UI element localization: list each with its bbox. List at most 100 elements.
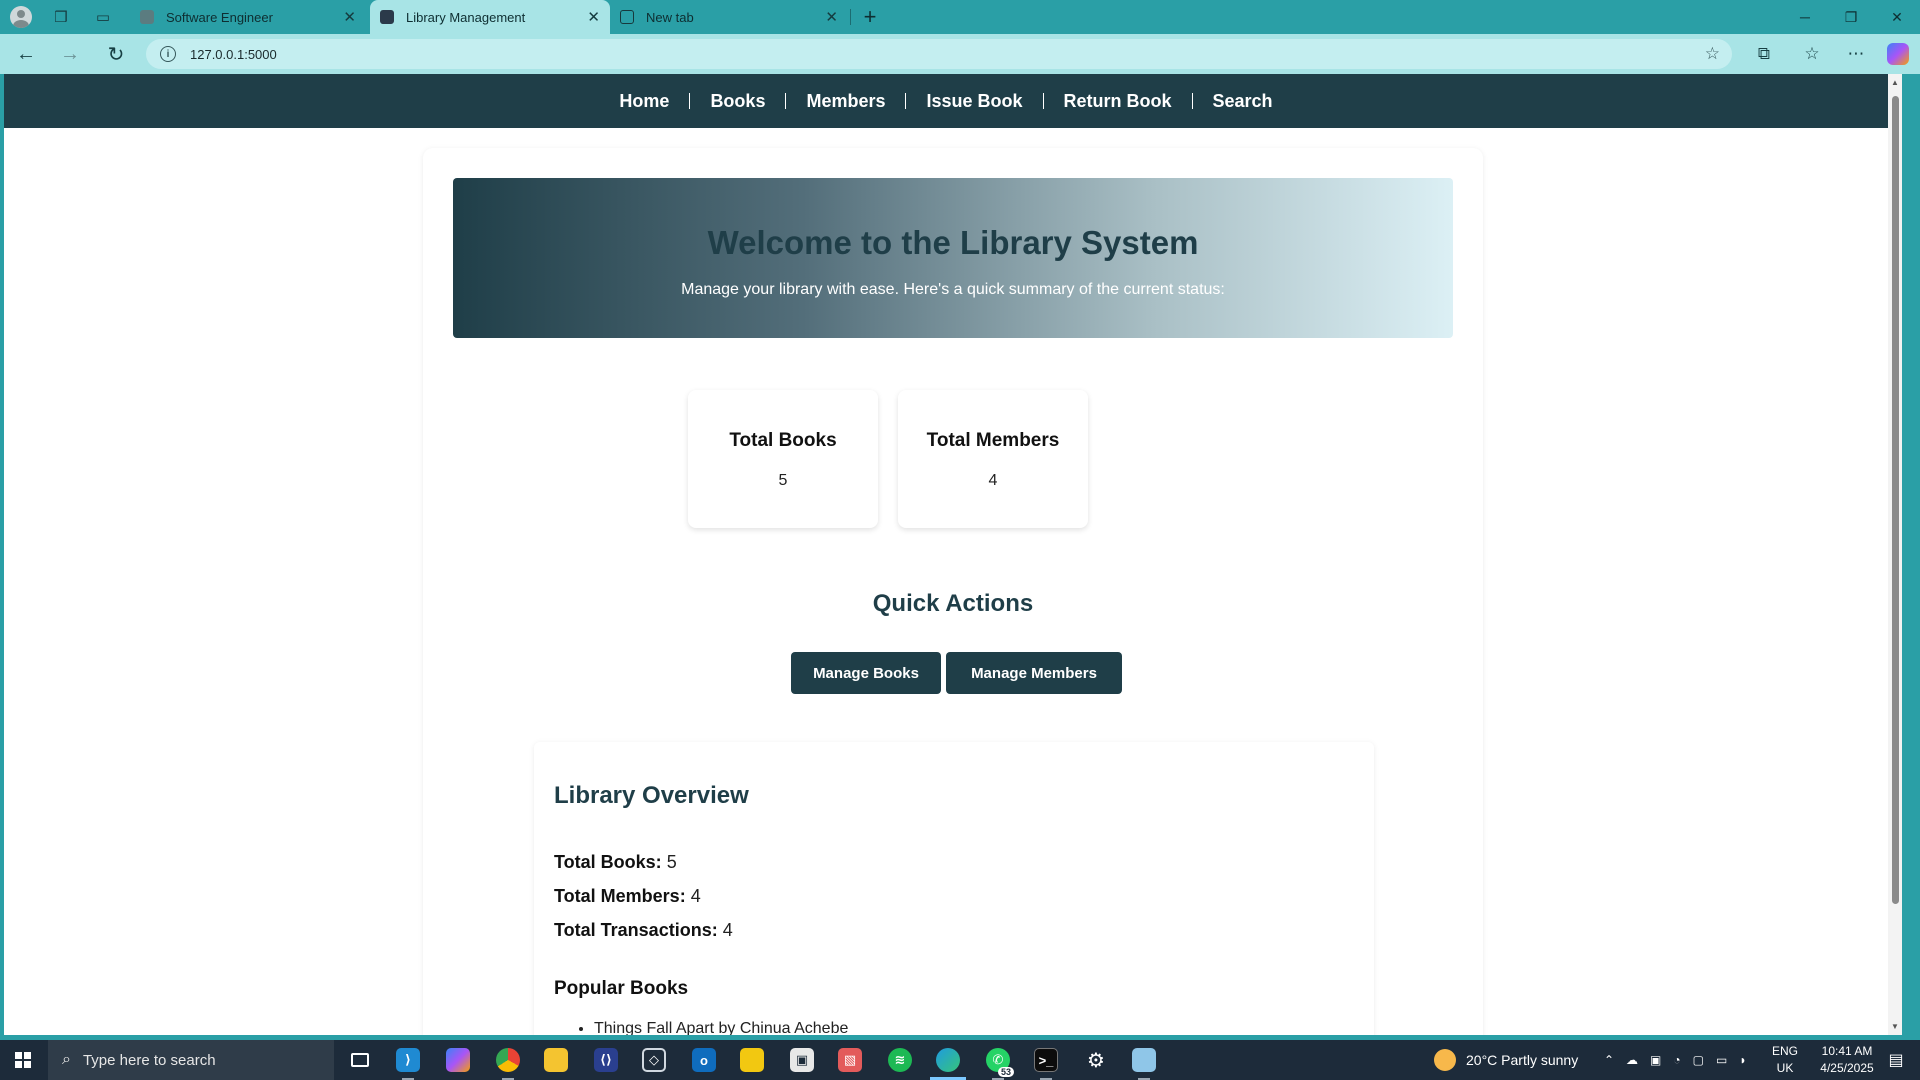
welcome-banner: Welcome to the Library System Manage you… xyxy=(453,178,1453,338)
photos-icon[interactable]: ▧ xyxy=(826,1040,874,1080)
clock-time: 10:41 AM xyxy=(1821,1044,1873,1058)
file-explorer-icon[interactable] xyxy=(532,1040,580,1080)
site-info-icon[interactable]: i xyxy=(160,46,176,62)
scroll-up-icon[interactable]: ▲ xyxy=(1891,78,1899,87)
tab-software-engineer[interactable]: Software Engineer ✕ xyxy=(130,0,366,34)
whatsapp-icon[interactable]: ✆ 53 xyxy=(974,1040,1022,1080)
manage-members-button[interactable]: Manage Members xyxy=(946,652,1122,694)
favorites-icon[interactable]: ☆ xyxy=(1796,38,1828,70)
tab-title: Library Management xyxy=(406,9,526,25)
weather-sun-icon xyxy=(1434,1049,1456,1071)
nav-search-link[interactable]: Search xyxy=(1193,91,1293,112)
quick-actions-heading: Quick Actions xyxy=(872,590,1034,617)
nav-books-link[interactable]: Books xyxy=(690,91,785,112)
region-code: UK xyxy=(1776,1061,1794,1075)
popular-books-heading: Popular Books xyxy=(554,978,689,999)
weather-widget[interactable]: 20°C Partly sunny xyxy=(1434,1040,1578,1080)
forward-arrow-icon[interactable]: → xyxy=(54,38,86,70)
edge-browser-icon[interactable] xyxy=(924,1040,972,1080)
profile-avatar-icon[interactable] xyxy=(4,0,38,34)
overview-value: 4 xyxy=(722,920,733,940)
overview-heading: Library Overview xyxy=(554,782,749,809)
welcome-subtitle: Manage your library with ease. Here's a … xyxy=(681,281,1225,298)
scroll-thumb[interactable] xyxy=(1892,96,1899,904)
library-overview-panel: Library Overview Total Books: 5 Total Me… xyxy=(534,742,1374,1035)
main-content-card: Welcome to the Library System Manage you… xyxy=(423,148,1483,1035)
scroll-down-icon[interactable]: ▼ xyxy=(1891,1022,1899,1031)
minimize-icon[interactable]: ─ xyxy=(1782,0,1828,34)
terminal-icon[interactable]: >_ xyxy=(1022,1040,1070,1080)
3d-cube-app-icon[interactable]: ◇ xyxy=(630,1040,678,1080)
stat-card-total-books: Total Books 5 xyxy=(688,390,878,528)
close-tab-icon[interactable]: ✕ xyxy=(343,8,356,26)
address-bar[interactable]: i 127.0.0.1:5000 ☆ xyxy=(146,39,1732,69)
workspaces-icon[interactable]: ❒ xyxy=(44,0,78,34)
stat-value: 4 xyxy=(988,472,998,489)
windows-taskbar: ⌕ Type here to search ⟩ ⟨⟩ ◇ o ▣ ▧ ≋ ✆ 5… xyxy=(0,1040,1920,1080)
nav-home-link[interactable]: Home xyxy=(599,91,689,112)
windows-logo-icon xyxy=(15,1052,31,1068)
page-favicon-icon xyxy=(140,10,154,24)
nav-members-link[interactable]: Members xyxy=(786,91,905,112)
tab-title: Software Engineer xyxy=(166,9,273,25)
overview-value: 4 xyxy=(690,886,701,906)
extensions-icon[interactable]: ⧉ xyxy=(1748,38,1780,70)
list-item: Things Fall Apart by Chinua Achebe xyxy=(594,1020,848,1035)
terminal-favicon-icon xyxy=(380,10,394,24)
more-options-icon[interactable]: ⋯ xyxy=(1840,38,1872,70)
code-tool-icon[interactable]: ⟨⟩ xyxy=(582,1040,630,1080)
notifications-icon[interactable]: ▤ xyxy=(1876,1040,1916,1080)
store-icon[interactable]: ▣ xyxy=(778,1040,826,1080)
overview-value: 5 xyxy=(666,852,677,872)
copilot-app-icon[interactable] xyxy=(434,1040,482,1080)
tab-new-tab[interactable]: New tab ✕ xyxy=(610,0,848,34)
close-window-icon[interactable]: ✕ xyxy=(1874,0,1920,34)
chrome-icon[interactable] xyxy=(484,1040,532,1080)
nav-issue-book-link[interactable]: Issue Book xyxy=(906,91,1042,112)
copilot-icon[interactable] xyxy=(1882,38,1914,70)
stat-label: Total Books xyxy=(729,430,837,451)
url-text: 127.0.0.1:5000 xyxy=(190,46,277,62)
search-placeholder: Type here to search xyxy=(82,1051,216,1069)
overview-total-books: Total Books: 5 xyxy=(554,852,677,873)
nav-return-book-link[interactable]: Return Book xyxy=(1044,91,1192,112)
favorite-star-icon[interactable]: ☆ xyxy=(1705,44,1720,64)
outlook-icon[interactable]: o xyxy=(680,1040,728,1080)
language-code: ENG xyxy=(1772,1044,1799,1058)
new-tab-plus-icon[interactable]: + xyxy=(858,0,882,34)
power-bi-icon[interactable] xyxy=(728,1040,776,1080)
restore-icon[interactable]: ❐ xyxy=(1828,0,1874,34)
system-tray-icons[interactable]: ⌃☁▣◔▢▭◗ xyxy=(1604,1040,1759,1080)
weather-text: 20°C Partly sunny xyxy=(1466,1052,1579,1068)
back-arrow-icon[interactable]: ← xyxy=(10,38,42,70)
overview-total-transactions: Total Transactions: 4 xyxy=(554,920,733,941)
new-tab-favicon-icon xyxy=(620,10,634,24)
close-tab-icon[interactable]: ✕ xyxy=(587,8,600,26)
spotify-icon[interactable]: ≋ xyxy=(876,1040,924,1080)
page-scrollbar[interactable]: ▲ ▼ xyxy=(1888,74,1902,1035)
close-tab-icon[interactable]: ✕ xyxy=(825,8,838,26)
language-indicator[interactable]: ENG UK xyxy=(1772,1043,1798,1077)
browser-tab-bar: ❒ ▭ Software Engineer ✕ Library Manageme… xyxy=(0,0,1920,34)
overview-label: Total Members: xyxy=(554,886,686,906)
task-view-icon[interactable] xyxy=(336,1040,384,1080)
tab-title: New tab xyxy=(646,9,694,25)
notes-app-icon[interactable] xyxy=(1120,1040,1168,1080)
manage-books-button[interactable]: Manage Books xyxy=(791,652,941,694)
window-frame xyxy=(1916,74,1920,1035)
settings-gear-icon[interactable]: ⚙ xyxy=(1072,1040,1120,1080)
popular-books-list: Things Fall Apart by Chinua Achebe xyxy=(594,1020,848,1035)
system-clock[interactable]: 10:41 AM 4/25/2025 xyxy=(1816,1043,1878,1077)
vscode-icon[interactable]: ⟩ xyxy=(384,1040,432,1080)
tab-actions-icon[interactable]: ▭ xyxy=(86,0,120,34)
tab-separator xyxy=(850,9,851,25)
page-viewport: Home Books Members Issue Book Return Boo… xyxy=(4,74,1902,1035)
taskbar-search-box[interactable]: ⌕ Type here to search xyxy=(48,1040,334,1080)
refresh-icon[interactable]: ↻ xyxy=(100,38,132,70)
tab-library-management[interactable]: Library Management ✕ xyxy=(370,0,610,34)
notification-badge: 53 xyxy=(997,1067,1014,1077)
site-navigation: Home Books Members Issue Book Return Boo… xyxy=(4,74,1888,128)
start-button[interactable] xyxy=(0,1040,46,1080)
stat-label: Total Members xyxy=(926,430,1060,451)
overview-total-members: Total Members: 4 xyxy=(554,886,701,907)
